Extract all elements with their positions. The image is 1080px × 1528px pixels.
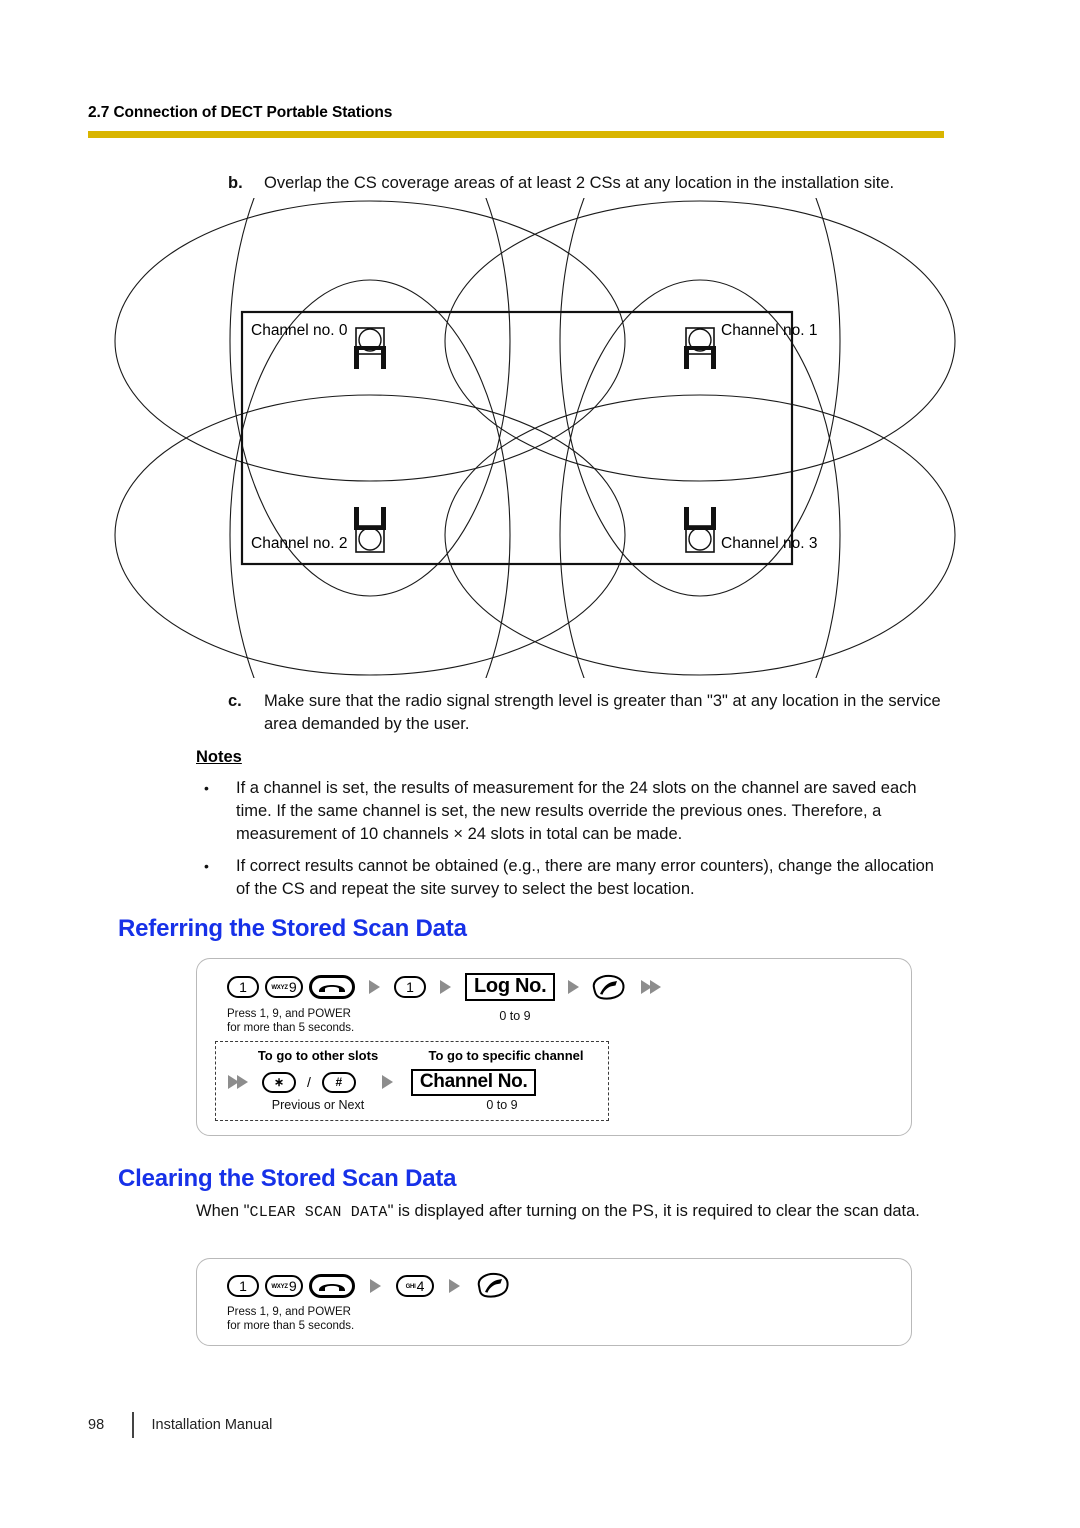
subpanel-head-other-slots: To go to other slots bbox=[257, 1048, 379, 1063]
key-separator: / bbox=[307, 1074, 311, 1091]
clearing-procedure-box: 1 WXYZ 9 GHI 4 Press 1, 9, and POWER for m… bbox=[196, 1258, 912, 1346]
section-title: 2.7 Connection of DECT Portable Stations bbox=[88, 104, 393, 121]
double-play-arrow-icon bbox=[641, 980, 662, 994]
note-bullet: • bbox=[204, 780, 209, 796]
channel-label-0: Channel no. 0 bbox=[251, 322, 348, 339]
play-arrow-icon bbox=[370, 1278, 381, 1293]
note-bullet: • bbox=[204, 858, 209, 874]
footer-manual-title: Installation Manual bbox=[151, 1417, 273, 1433]
clearing-display-message: CLEAR SCAN DATA bbox=[249, 1204, 388, 1221]
key-1-icon[interactable]: 1 bbox=[227, 976, 259, 998]
play-arrow-icon bbox=[237, 1075, 248, 1090]
heading-clearing-stored-scan-data: Clearing the Stored Scan Data bbox=[118, 1165, 457, 1192]
notes-title: Notes bbox=[196, 748, 242, 766]
power-on-hook-icon[interactable] bbox=[309, 1273, 355, 1298]
referring-procedure-box: 1 WXYZ 9 1 Log No. Press 1, 9, and POWER… bbox=[196, 958, 912, 1136]
cs-base-station-icon bbox=[354, 327, 716, 553]
key-1-icon[interactable]: 1 bbox=[227, 1274, 259, 1297]
key-9-wxyz-icon[interactable]: WXYZ 9 bbox=[265, 1274, 303, 1297]
note-item-2: • If correct results cannot be obtained … bbox=[196, 855, 948, 901]
slot-navigation-subpanel: To go to other slots To go to specific c… bbox=[215, 1041, 609, 1121]
subpanel-key-sequence: ∗ / # Channel No. bbox=[228, 1069, 537, 1096]
page-footer: 98 Installation Manual bbox=[88, 1412, 272, 1438]
channel-no-field[interactable]: Channel No. bbox=[410, 1069, 537, 1096]
key-star-icon[interactable]: ∗ bbox=[262, 1071, 296, 1093]
key-4-ghi-icon[interactable]: GHI 4 bbox=[396, 1274, 434, 1297]
footer-divider bbox=[132, 1412, 134, 1438]
referring-caption-press: Press 1, 9, and POWER for more than 5 se… bbox=[227, 1008, 355, 1034]
footer-page-number: 98 bbox=[88, 1417, 105, 1433]
clearing-intro-paragraph: When "CLEAR SCAN DATA" is displayed afte… bbox=[196, 1200, 948, 1224]
talk-off-hook-icon[interactable] bbox=[590, 974, 626, 1001]
key-1-second-icon[interactable]: 1 bbox=[394, 976, 426, 998]
talk-off-hook-icon[interactable] bbox=[474, 1272, 510, 1299]
key-9-wxyz-icon[interactable]: WXYZ 9 bbox=[265, 976, 303, 998]
step-c-marker: c. bbox=[228, 692, 242, 710]
subpanel-head-specific-channel: To go to specific channel bbox=[428, 1048, 584, 1063]
referring-log-no-range: 0 to 9 bbox=[499, 1009, 531, 1023]
play-arrow-icon bbox=[440, 980, 451, 994]
note-item-2-text: If correct results cannot be obtained (e… bbox=[236, 857, 934, 898]
note-item-1: • If a channel is set, the results of me… bbox=[196, 777, 948, 846]
heading-referring-stored-scan-data: Referring the Stored Scan Data bbox=[118, 915, 467, 942]
step-b-marker: b. bbox=[228, 174, 243, 192]
step-b: b. Overlap the CS coverage areas of at l… bbox=[228, 172, 948, 195]
clearing-key-sequence: 1 WXYZ 9 GHI 4 bbox=[227, 1272, 510, 1299]
cs-coverage-diagram: Channel no. 0 Channel no. 1 Channel no. … bbox=[85, 198, 985, 678]
subpanel-caption-prev-next: Previous or Next bbox=[271, 1098, 365, 1112]
play-arrow-icon bbox=[381, 1075, 393, 1090]
play-arrow-icon bbox=[449, 1278, 460, 1293]
clearing-intro-after: " is displayed after turning on the PS, … bbox=[387, 1202, 920, 1220]
channel-label-3: Channel no. 3 bbox=[721, 535, 818, 552]
play-arrow-icon bbox=[650, 980, 662, 994]
clearing-caption-press: Press 1, 9, and POWER for more than 5 se… bbox=[227, 1306, 355, 1332]
channel-label-2: Channel no. 2 bbox=[251, 535, 348, 552]
header-rule-divider bbox=[88, 131, 944, 138]
notes-block: Notes • If a channel is set, the results… bbox=[196, 748, 948, 910]
clearing-intro-before: When " bbox=[196, 1202, 250, 1220]
play-arrow-icon bbox=[369, 980, 380, 994]
subpanel-caption-channel-range: 0 to 9 bbox=[486, 1098, 518, 1112]
page-header: 2.7 Connection of DECT Portable Stations bbox=[88, 104, 944, 138]
referring-key-sequence: 1 WXYZ 9 1 Log No. bbox=[227, 973, 662, 1001]
step-c-text: Make sure that the radio signal strength… bbox=[264, 692, 941, 733]
log-no-field[interactable]: Log No. bbox=[465, 973, 556, 1001]
double-play-arrow-icon bbox=[228, 1075, 248, 1090]
step-c: c. Make sure that the radio signal stren… bbox=[228, 690, 948, 736]
key-hash-icon[interactable]: # bbox=[321, 1071, 356, 1093]
step-b-text: Overlap the CS coverage areas of at leas… bbox=[264, 174, 895, 192]
note-item-1-text: If a channel is set, the results of meas… bbox=[236, 779, 917, 843]
channel-label-1: Channel no. 1 bbox=[721, 322, 818, 339]
power-on-hook-icon[interactable] bbox=[309, 975, 355, 999]
play-arrow-icon bbox=[568, 980, 580, 994]
